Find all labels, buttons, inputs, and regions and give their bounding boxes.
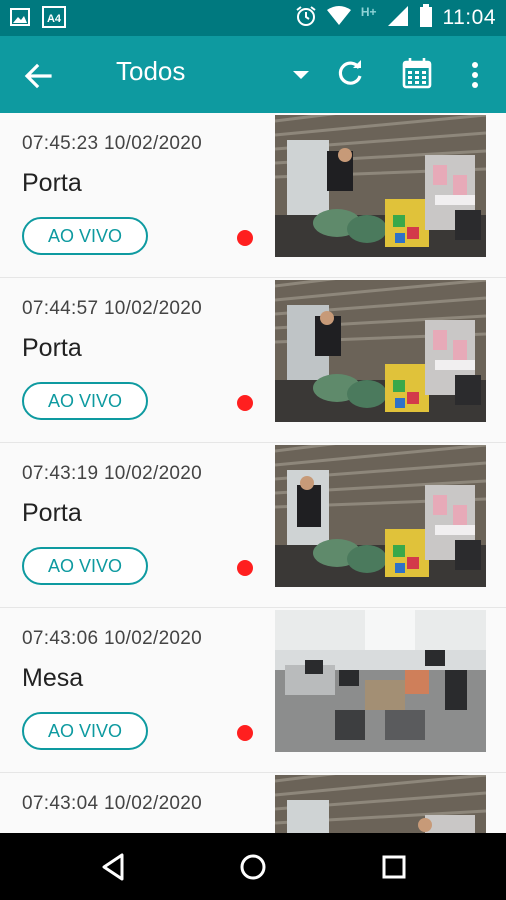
filter-dropdown-button[interactable] (290, 64, 312, 86)
live-indicator-dot (237, 395, 253, 411)
back-arrow-icon (24, 63, 52, 89)
event-row[interactable]: 07:43:06 10/02/2020 Mesa AO VIVO (0, 608, 506, 773)
clock: 11:04 (442, 6, 496, 29)
more-options-button[interactable] (462, 58, 488, 92)
live-button[interactable]: AO VIVO (22, 547, 148, 585)
event-timestamp: 07:45:23 10/02/2020 (22, 133, 203, 154)
event-row[interactable]: 07:44:57 10/02/2020 Porta AO VIVO (0, 278, 506, 443)
event-thumbnail[interactable] (275, 610, 486, 752)
svg-text:A4: A4 (47, 13, 62, 25)
nav-home-button[interactable] (235, 849, 271, 885)
calendar-button[interactable] (400, 56, 434, 90)
system-navigation-bar (0, 833, 506, 900)
event-row[interactable]: 07:45:23 10/02/2020 Porta AO VIVO (0, 113, 506, 278)
signal-icon (387, 5, 409, 32)
back-button[interactable] (20, 58, 56, 94)
nav-back-button[interactable] (96, 849, 132, 885)
dropdown-icon (293, 71, 309, 79)
refresh-button[interactable] (334, 58, 366, 90)
live-button[interactable]: AO VIVO (22, 382, 148, 420)
battery-icon (419, 3, 433, 33)
wifi-icon (326, 5, 351, 31)
alarm-icon (295, 5, 317, 32)
calendar-icon (402, 58, 432, 89)
event-timestamp: 07:43:19 10/02/2020 (22, 463, 203, 484)
app-bar: Todos (0, 36, 506, 113)
event-timestamp: 07:43:04 10/02/2020 (22, 793, 203, 814)
live-button[interactable]: AO VIVO (22, 217, 148, 255)
a4-sim-icon: A4 (42, 6, 66, 33)
event-thumbnail[interactable] (275, 775, 486, 833)
status-bar: A4 H+ 11:04 (0, 0, 506, 36)
more-vert-icon (472, 62, 478, 88)
nav-recents-button[interactable] (376, 849, 412, 885)
event-timestamp: 07:43:06 10/02/2020 (22, 628, 203, 649)
network-type-label: H+ (360, 5, 377, 19)
refresh-icon (338, 60, 362, 85)
live-button[interactable]: AO VIVO (22, 712, 148, 750)
event-thumbnail[interactable] (275, 445, 486, 587)
page-title: Todos (116, 56, 186, 86)
live-indicator-dot (237, 725, 253, 741)
image-icon (10, 7, 30, 32)
home-circle-icon (240, 854, 266, 880)
event-timestamp: 07:44:57 10/02/2020 (22, 298, 203, 319)
live-indicator-dot (237, 230, 253, 246)
event-thumbnail[interactable] (275, 280, 486, 422)
event-row[interactable]: 07:43:19 10/02/2020 Porta AO VIVO (0, 443, 506, 608)
camera-name: Porta (22, 169, 82, 197)
back-triangle-icon (102, 853, 124, 881)
camera-name: Porta (22, 499, 82, 527)
camera-name: Mesa (22, 664, 84, 692)
recents-square-icon (382, 855, 406, 879)
event-thumbnail[interactable] (275, 115, 486, 257)
live-indicator-dot (237, 560, 253, 576)
event-row[interactable]: 07:43:04 10/02/2020 (0, 773, 506, 833)
camera-name: Porta (22, 334, 82, 362)
event-list[interactable]: 07:45:23 10/02/2020 Porta AO VIVO 07:44:… (0, 113, 506, 833)
